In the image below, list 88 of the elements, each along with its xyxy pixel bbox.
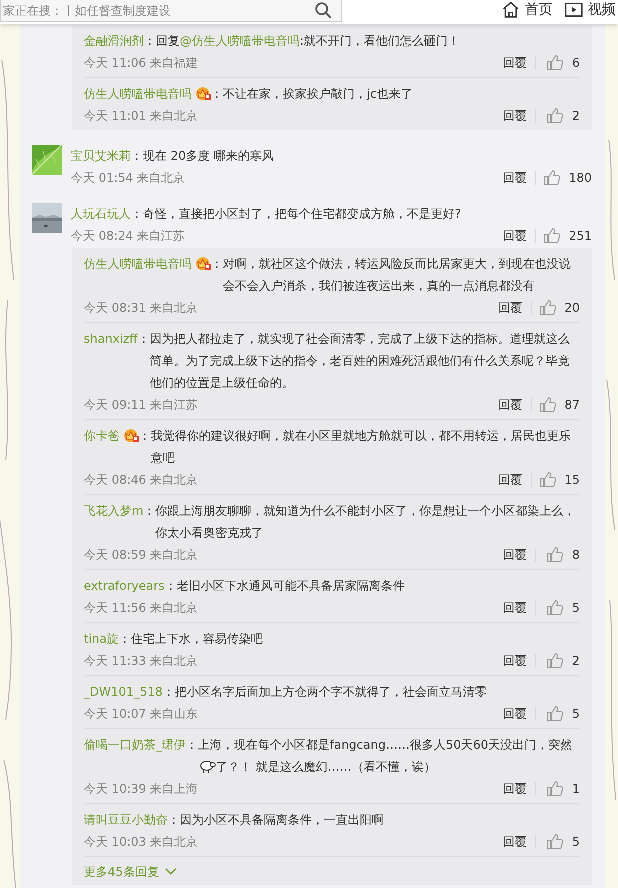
thumbs-up-icon [540,397,557,413]
comment-text: 因为小区不具备隔离条件，一直出阳啊 [180,812,385,829]
timestamp: 今天 10:03 来自北京 [84,834,198,851]
thumbs-up-icon [544,228,562,244]
like-count: 5 [572,834,580,851]
like-count: 1 [572,781,580,798]
colon-text: ： [211,86,223,103]
comment-text: 住宅上下水，容易传染吧 [131,631,264,648]
reply-link[interactable]: 回覆 [498,396,523,414]
timestamp: 今天 10:07 来自山东 [84,706,198,723]
reply-link[interactable]: 回覆 [503,107,527,125]
comment-text: 现在 20多度 哪来的寒风 [143,148,275,165]
timestamp: 今天 11:06 来自福建 [84,55,198,72]
like-count: 87 [564,397,580,414]
timestamp: 今天 08:24 来自江苏 [71,228,186,245]
colon-text: ： [211,256,223,273]
reply-link[interactable]: 回覆 [503,546,527,564]
comment-text: 你跟上海朋友聊聊，就知道为什么不能封小区了，你是想让一个小区都染上么，你太小看奥密克戎了 [156,503,577,542]
reply-link[interactable]: 回覆 [503,705,527,723]
reply-link[interactable]: 回覆 [503,54,527,72]
reply-link[interactable]: 回覆 [503,227,528,245]
chevron-down-icon [165,868,178,876]
like-count: 6 [572,55,580,72]
like-count: 5 [572,706,580,723]
like-count: 20 [564,300,580,317]
reply-link[interactable]: 回覆 [498,471,523,489]
timestamp: 今天 10:39 来自上海 [84,781,198,798]
timestamp: 今天 08:46 来自北京 [84,472,198,489]
reply-link[interactable]: 回覆 [498,299,523,317]
colon-text: ： [162,684,175,701]
timestamp: 今天 11:01 来自北京 [84,108,198,125]
colon-text: ： [144,33,156,50]
like-count: 15 [564,472,580,489]
video-icon [565,1,583,19]
thumbs-up-icon [540,300,557,316]
timestamp: 今天 09:11 来自江苏 [84,397,198,414]
thumbs-up-icon [547,547,564,563]
comment-text: 奇怪，直接把小区封了，把每个住宅都变成方舱，不是更好? [143,206,462,223]
colon-text: ： [119,631,131,648]
thumbs-up-icon [540,472,557,488]
comment-text: 老旧小区下水通风可能不具备居家隔离条件 [176,578,406,595]
reply-link[interactable]: 回覆 [503,833,527,851]
like-count: 251 [569,228,592,245]
comment-text: 不让在家，挨家挨户敲门，jc也来了 [223,86,414,103]
comment-text: 因为把人都拉走了，就实现了社会面清零，完成了上级下达的指标。道理就这么简单。为了完成上级下达的指令，老百姓的困难死活跟他们有什么关系呢？毕竟他们的位置是上级任命的。 [150,331,571,392]
comment-text: 了？！ 就是这么魔幻……（看不懂，诶） [216,760,436,774]
sheep-icon [198,758,216,774]
thumbs-up-icon [544,170,562,186]
colon-text: ： [131,148,143,165]
timestamp: 今天 01:54 来自北京 [71,170,186,187]
nav-link[interactable]: 首页 [502,0,553,20]
reply-link[interactable]: 回覆 [503,599,527,617]
nav-link[interactable]: 视频 [565,0,616,20]
reply-prefix-text: 回复 [156,33,180,50]
reply-link[interactable]: 回覆 [503,652,527,670]
thumbs-up-icon [547,55,564,71]
colon-text: ： [139,428,151,445]
colon-text: ： [131,206,143,223]
reply-link[interactable]: 回覆 [503,169,528,187]
like-count: 8 [572,547,580,564]
colon-text: ： [168,812,180,829]
home-icon [502,1,520,19]
colon-text: ： [138,331,150,348]
timestamp: 今天 08:59 来自北京 [84,547,198,564]
timestamp: 今天 08:31 来自北京 [84,300,198,317]
search-field[interactable]: 家正在搜：丨如任督查制度建设 [0,0,342,22]
colon-text: ： [186,737,198,754]
search-icon [315,2,332,19]
colon-text: ： [164,578,177,595]
comment-text: 对啊，就社区这个做法，转运风险反而比居家更大，到现在也没说会不会入户消杀，我们被连夜运出来，真的一点消息都没有 [223,256,572,295]
thumbs-up-icon [547,653,564,669]
timestamp: 今天 11:56 来自北京 [84,600,198,617]
thumbs-up-icon [547,706,564,722]
reply-link[interactable]: 回覆 [503,780,527,798]
comment-text: 上海，现在每个小区都是fangcang……很多人50天60天没出门，突然 [198,738,573,752]
like-count: 2 [572,108,580,125]
thumbs-up-icon [547,600,564,616]
colon-text: ： [144,503,156,520]
comment-text: 把小区名字后面加上方仓两个字不就得了，社会面立马清零 [174,684,488,701]
comment-text: :就不开门，看他们怎么砸门！ [300,33,462,50]
like-count: 2 [572,653,580,670]
timestamp: 今天 11:33 来自北京 [84,653,198,670]
thumbs-up-icon [547,834,564,850]
thumbs-up-icon [547,108,564,124]
comment-text: 我觉得你的建议很好啊，就在小区里就地方舱就可以，都不用转运，居民也更乐意吧 [151,428,572,467]
like-count: 5 [572,600,580,617]
thumbs-up-icon [547,781,564,797]
like-count: 180 [569,170,592,187]
